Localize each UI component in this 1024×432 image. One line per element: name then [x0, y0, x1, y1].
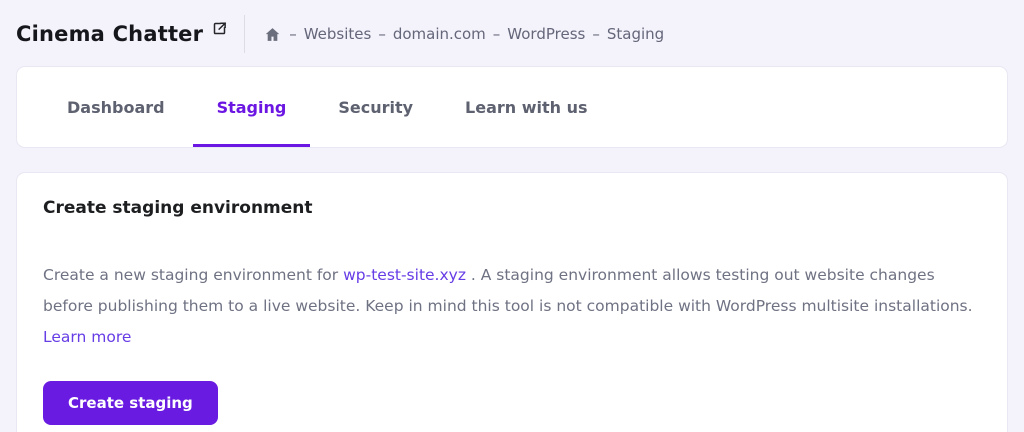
external-link-icon[interactable] — [212, 21, 227, 36]
site-domain-link[interactable]: wp-test-site.xyz — [343, 266, 466, 284]
tab-dashboard[interactable]: Dashboard — [43, 67, 189, 147]
card-description: Create a new staging environment for wp-… — [43, 260, 981, 353]
create-staging-card: Create staging environment Create a new … — [16, 172, 1008, 432]
breadcrumb-separator: – — [492, 25, 501, 43]
breadcrumb-item-wordpress[interactable]: WordPress — [507, 25, 585, 43]
card-title: Create staging environment — [43, 198, 313, 218]
breadcrumb-separator: – — [289, 25, 297, 43]
page-header: Cinema Chatter – Websites – domain.com –… — [0, 0, 1024, 66]
home-icon[interactable] — [264, 26, 281, 43]
tab-learn-with-us[interactable]: Learn with us — [441, 67, 611, 147]
breadcrumb-separator: – — [378, 25, 386, 43]
header-divider — [244, 15, 246, 53]
create-staging-button[interactable]: Create staging — [43, 381, 218, 425]
tabs-bar: Dashboard Staging Security Learn with us — [16, 66, 1008, 148]
breadcrumb-item-domain[interactable]: domain.com — [393, 25, 486, 43]
tab-security[interactable]: Security — [314, 67, 437, 147]
breadcrumb-item-websites[interactable]: Websites — [304, 25, 372, 43]
breadcrumb-separator: – — [592, 25, 600, 43]
description-text-before: Create a new staging environment for — [43, 266, 344, 284]
learn-more-link[interactable]: Learn more — [43, 328, 131, 346]
tab-staging[interactable]: Staging — [192, 67, 311, 147]
site-title: Cinema Chatter — [16, 22, 204, 46]
breadcrumb: – Websites – domain.com – WordPress – St… — [264, 25, 664, 43]
breadcrumb-item-staging[interactable]: Staging — [607, 25, 664, 43]
